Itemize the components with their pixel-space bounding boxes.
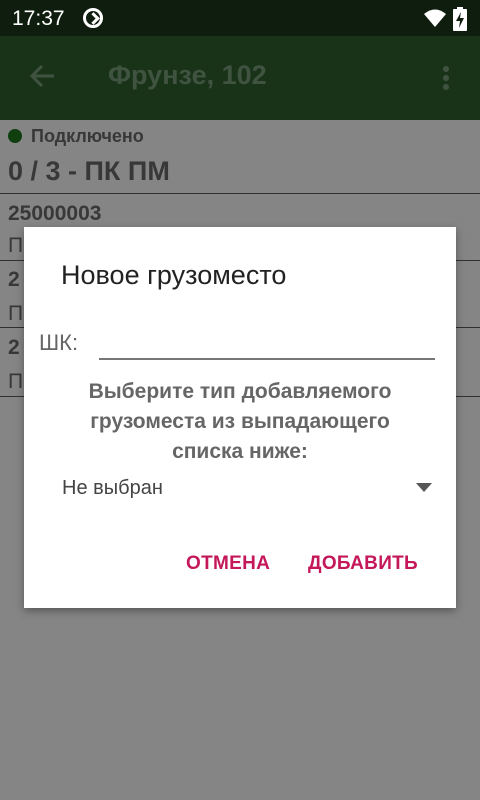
dialog-title: Новое грузоместо [61, 260, 287, 290]
dialog-prompt: Выберите тип добавляемого грузоместа из … [88, 380, 392, 463]
new-package-dialog: Новое грузоместо ШК: Выберите тип добавл… [24, 227, 456, 608]
battery-charging-icon [453, 7, 467, 31]
add-button[interactable]: ДОБАВИТЬ [308, 553, 418, 575]
status-time: 17:37 [12, 7, 65, 30]
dropdown-arrow-icon [416, 483, 432, 492]
barcode-input[interactable] [99, 327, 435, 360]
status-bar: 17:37 [0, 0, 480, 36]
cancel-button[interactable]: ОТМЕНА [186, 553, 270, 575]
barcode-label: ШК: [39, 330, 79, 355]
sync-status-icon [83, 8, 103, 28]
package-type-select[interactable]: Не выбран [56, 473, 432, 503]
wifi-icon [424, 9, 446, 27]
package-type-selected: Не выбран [62, 477, 163, 499]
